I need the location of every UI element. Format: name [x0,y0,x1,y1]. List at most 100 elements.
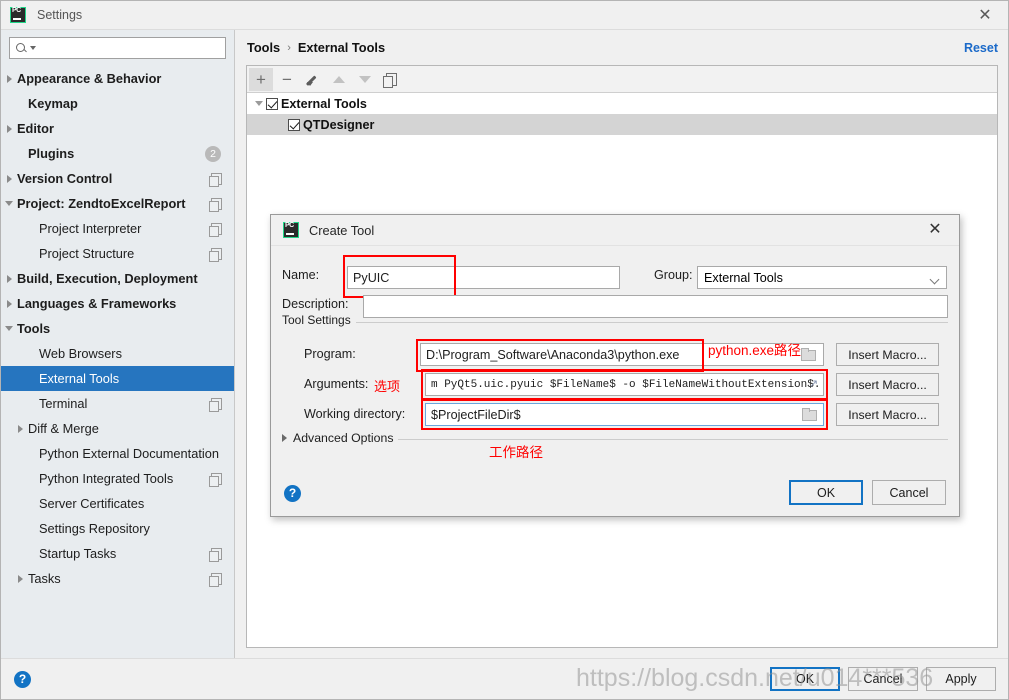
insert-macro-program-button[interactable]: Insert Macro... [836,343,939,366]
chevron-right-icon[interactable] [12,424,28,433]
tool-enabled-checkbox[interactable] [266,97,278,110]
dialog-close-icon[interactable]: ✕ [926,221,944,239]
annotation-working-dir: 工作路径 [489,445,543,460]
copy-settings-icon[interactable] [209,222,222,237]
sidebar-item-label: Appearance & Behavior [17,71,162,86]
copy-settings-icon[interactable] [209,247,222,262]
sidebar-item-project-structure[interactable]: Project Structure [1,241,234,266]
folder-browse-icon[interactable] [801,348,816,361]
sidebar-item-languages-frameworks[interactable]: Languages & Frameworks [1,291,234,316]
sidebar-item-project-zendtoexcelreport[interactable]: Project: ZendtoExcelReport [1,191,234,216]
pencil-icon [306,73,320,86]
chevron-right-icon[interactable] [1,74,17,83]
sidebar-item-keymap[interactable]: Keymap [1,91,234,116]
sidebar-item-version-control[interactable]: Version Control [1,166,234,191]
insert-macro-working-directory-button[interactable]: Insert Macro... [836,403,939,426]
sidebar-item-settings-repository[interactable]: Settings Repository [1,516,234,541]
copy-settings-icon[interactable] [209,472,222,487]
add-button[interactable]: + [249,67,273,91]
sidebar-item-plugins[interactable]: Plugins 2 [1,141,234,166]
chevron-glyph [6,174,12,183]
sidebar-item-editor[interactable]: Editor [1,116,234,141]
working-directory-input[interactable] [425,403,824,426]
apply-button[interactable]: Apply [926,667,996,691]
chevron-glyph [5,201,13,206]
folder-browse-icon[interactable] [802,408,817,421]
name-input[interactable] [347,266,620,289]
copy-settings-icon[interactable] [209,547,222,562]
sidebar-item-web-browsers[interactable]: Web Browsers [1,341,234,366]
sidebar-item-label: Settings Repository [39,521,150,536]
cancel-button[interactable]: Cancel [848,667,918,691]
dialog-action-buttons: OK Cancel Apply [770,667,996,691]
insert-macro-arguments-button[interactable]: Insert Macro... [836,373,939,396]
sidebar-item-label: Startup Tasks [39,546,117,561]
sidebar-item-build-execution-deployment[interactable]: Build, Execution, Deployment [1,266,234,291]
advanced-options-toggle[interactable]: Advanced Options [282,431,394,445]
ok-button[interactable]: OK [770,667,840,691]
tool-settings-legend: Tool Settings [282,313,356,327]
dialog-ok-button[interactable]: OK [789,480,863,505]
chevron-glyph [254,101,263,106]
dialog-help-icon[interactable]: ? [284,485,301,502]
chevron-glyph [5,326,13,331]
breadcrumb-root[interactable]: Tools [247,40,280,55]
program-field-row: Program: [304,347,356,361]
edit-button[interactable] [301,68,325,91]
chevron-down-icon[interactable] [1,326,17,331]
tool-tree-row[interactable]: External Tools [247,93,997,114]
name-label: Name: [282,268,320,282]
dialog-cancel-button[interactable]: Cancel [872,480,946,505]
copy-settings-icon[interactable] [209,197,222,212]
arguments-label: Arguments: [304,377,369,391]
description-input[interactable] [363,295,948,318]
copy-settings-icon[interactable] [209,572,222,587]
sidebar-item-diff-merge[interactable]: Diff & Merge [1,416,234,441]
breadcrumb-separator-icon: › [287,41,291,54]
tool-settings-group: Tool Settings [282,313,948,327]
move-up-button[interactable] [327,68,351,91]
chevron-down-icon[interactable] [1,201,17,206]
expand-editor-icon[interactable]: ↗ [809,379,820,390]
pycharm-logo-icon [10,7,26,23]
remove-button[interactable]: − [275,68,299,91]
sidebar-item-appearance-behavior[interactable]: Appearance & Behavior [1,66,234,91]
chevron-down-icon[interactable] [251,101,266,106]
group-dropdown[interactable]: External Tools [697,266,947,289]
chevron-right-icon[interactable] [1,299,17,308]
copy-settings-icon[interactable] [209,397,222,412]
close-icon[interactable]: ✕ [976,7,994,25]
sidebar-item-project-interpreter[interactable]: Project Interpreter [1,216,234,241]
tool-enabled-checkbox[interactable] [288,118,300,131]
sidebar-item-terminal[interactable]: Terminal [1,391,234,416]
sidebar-item-label: Project: ZendtoExcelReport [17,196,186,211]
help-icon[interactable]: ? [14,671,31,688]
chevron-right-icon[interactable] [1,124,17,133]
chevron-right-icon[interactable] [1,274,17,283]
sidebar-item-startup-tasks[interactable]: Startup Tasks [1,541,234,566]
sidebar-item-label: Server Certificates [39,496,145,511]
search-input[interactable] [39,40,225,56]
sidebar-item-label: Project Structure [39,246,135,261]
reset-link[interactable]: Reset [964,41,998,55]
sidebar-item-tools[interactable]: Tools [1,316,234,341]
search-box[interactable] [9,37,226,59]
sidebar-item-server-certificates[interactable]: Server Certificates [1,491,234,516]
move-down-button[interactable] [353,68,377,91]
sidebar-item-python-external-documentation[interactable]: Python External Documentation [1,441,234,466]
copy-settings-icon[interactable] [209,172,222,187]
sidebar-item-tasks[interactable]: Tasks [1,566,234,591]
copy-button[interactable] [379,68,403,91]
sidebar-item-label: Diff & Merge [28,421,99,436]
arguments-field-row: Arguments: [304,377,368,391]
sidebar-item-external-tools[interactable]: External Tools [1,366,234,391]
annotation-arguments: 选项 [374,379,401,394]
search-icon [16,42,29,55]
chevron-right-icon[interactable] [1,174,17,183]
dialog-title: Create Tool [309,222,375,238]
chevron-right-icon[interactable] [12,574,28,583]
advanced-options-divider [398,439,948,440]
arguments-input[interactable] [425,373,824,396]
sidebar-item-python-integrated-tools[interactable]: Python Integrated Tools [1,466,234,491]
tool-tree-row[interactable]: QTDesigner [247,114,997,135]
